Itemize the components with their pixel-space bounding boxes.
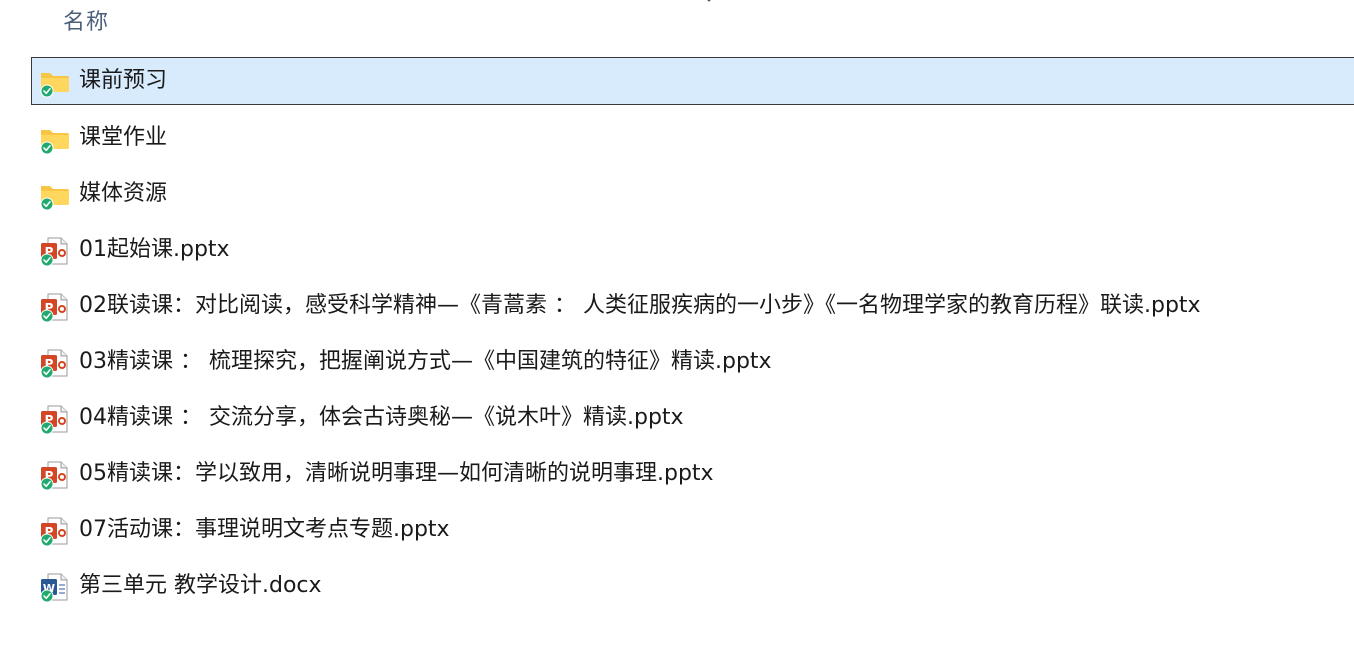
file-name: 01起始课.pptx [79,237,230,262]
folder-icon [40,73,69,98]
file-name: 课前预习 [79,68,168,93]
file-name: 课堂作业 [79,125,168,150]
file-name: 07活动课：事理说明文考点专题.pptx [79,517,450,542]
file-name: 05精读课：学以致用，清晰说明事理—如何清晰的说明事理.pptx [79,461,714,486]
file-name: 03精读课 ： 梳理探究，把握阐说方式—《中国建筑的特征》精读.pptx [79,349,772,374]
name-column-header[interactable]: 名称 [63,4,109,36]
powerpoint-icon: P [40,517,68,547]
file-list-item[interactable]: W 第三单元 教学设计.docx [31,561,1354,617]
powerpoint-icon: P [40,293,68,323]
powerpoint-icon: P [40,349,68,379]
file-explorer: 名称 课前预习 课堂作业 媒体资源 P 01起始课.pptx P 02联读课：对… [0,0,1354,656]
word-icon: W [40,573,68,603]
file-list-item[interactable]: P 01起始课.pptx [31,225,1354,281]
file-list-item[interactable]: 媒体资源 [31,169,1354,225]
file-list-item[interactable]: 课前预习 [31,57,1354,105]
sort-caret-icon [707,0,711,2]
file-list-item[interactable]: P 07活动课：事理说明文考点专题.pptx [31,505,1354,561]
file-list-item[interactable]: P 03精读课 ： 梳理探究，把握阐说方式—《中国建筑的特征》精读.pptx [31,337,1354,393]
powerpoint-icon: P [40,405,68,435]
file-list-item[interactable]: P 02联读课：对比阅读，感受科学精神—《青蒿素 ： 人类征服疾病的一小步》《一… [31,281,1354,337]
file-list: 课前预习 课堂作业 媒体资源 P 01起始课.pptx P 02联读课：对比阅读… [31,57,1354,617]
file-name: 04精读课 ： 交流分享，体会古诗奥秘—《说木叶》精读.pptx [79,405,684,430]
folder-icon [40,130,69,155]
file-name: 媒体资源 [79,181,168,206]
file-list-item[interactable]: P 04精读课 ： 交流分享，体会古诗奥秘—《说木叶》精读.pptx [31,393,1354,449]
file-list-item[interactable]: 课堂作业 [31,113,1354,169]
powerpoint-icon: P [40,461,68,491]
file-name: 02联读课：对比阅读，感受科学精神—《青蒿素 ： 人类征服疾病的一小步》《一名物… [79,293,1201,318]
powerpoint-icon: P [40,237,68,267]
file-name: 第三单元 教学设计.docx [79,573,322,598]
folder-icon [40,186,69,211]
file-list-item[interactable]: P 05精读课：学以致用，清晰说明事理—如何清晰的说明事理.pptx [31,449,1354,505]
